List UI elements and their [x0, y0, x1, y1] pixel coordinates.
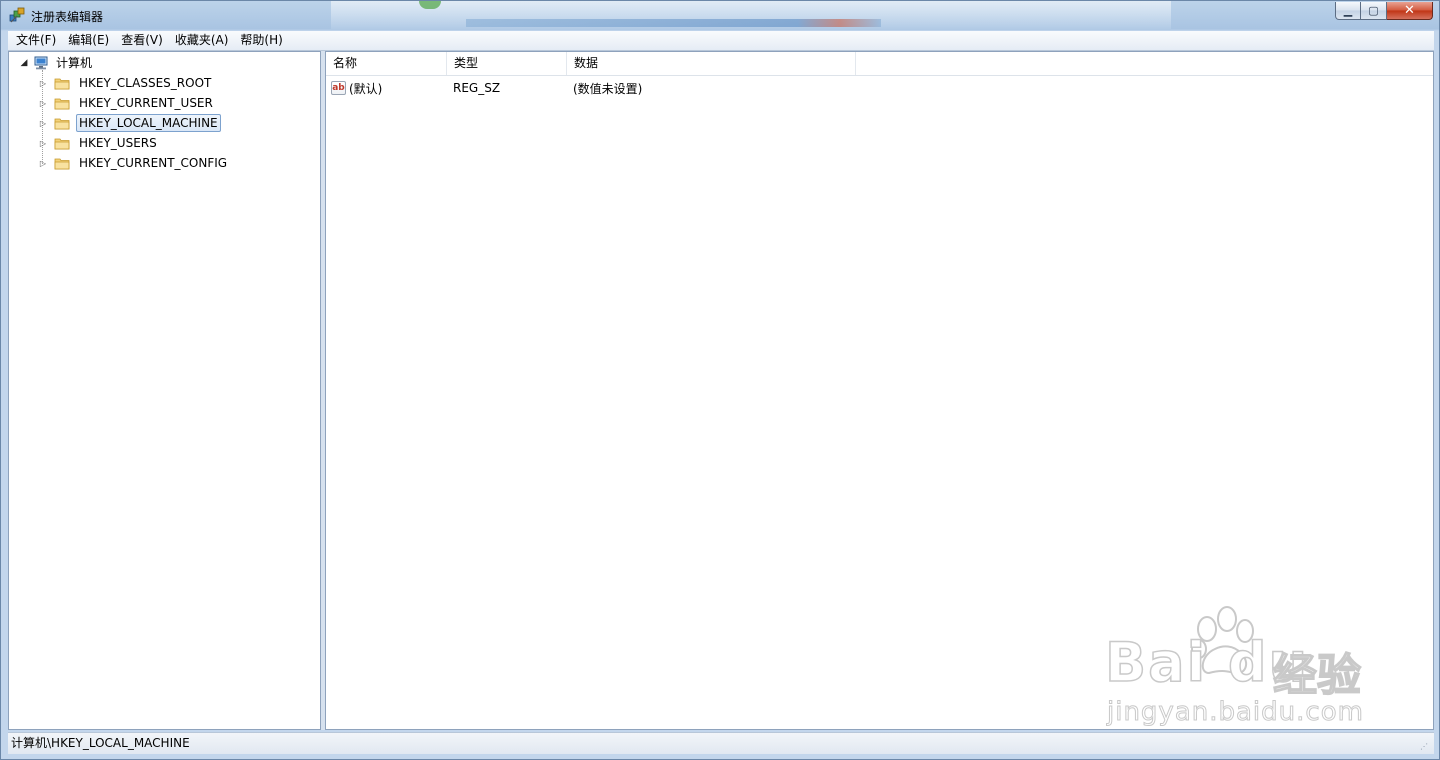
expand-triangle-icon[interactable]: ▷ — [38, 78, 48, 88]
tree-label-key: HKEY_USERS — [79, 136, 157, 150]
column-header-type[interactable]: 类型 — [447, 52, 567, 75]
expand-triangle-icon[interactable]: ▷ — [38, 158, 48, 168]
expand-triangle-icon[interactable]: ▷ — [38, 118, 48, 128]
menu-view[interactable]: 查看(V) — [115, 31, 169, 50]
values-list-pane[interactable]: 名称 类型 数据 ab (默认) REG_SZ (数值未设置) — [325, 51, 1434, 730]
value-type: REG_SZ — [453, 81, 501, 95]
column-header-name[interactable]: 名称 — [326, 52, 447, 75]
list-item[interactable]: ab (默认) REG_SZ (数值未设置) — [326, 78, 1433, 98]
column-header: 名称 类型 数据 — [326, 52, 1433, 76]
background-blur-bar — [466, 19, 881, 27]
title-bar[interactable]: 注册表编辑器 ▁ ▢ ✕ — [1, 1, 1439, 29]
close-button[interactable]: ✕ — [1387, 2, 1433, 20]
menu-edit[interactable]: 编辑(E) — [62, 31, 115, 50]
tree-item-hkey-users[interactable]: ▷ HKEY_USERS — [38, 134, 160, 152]
column-header-data[interactable]: 数据 — [567, 52, 856, 75]
registry-editor-window: 注册表编辑器 ▁ ▢ ✕ 文件(F) 编辑(E) 查看(V) 收藏夹(A) 帮助… — [0, 0, 1440, 760]
computer-icon — [34, 56, 48, 70]
close-icon: ✕ — [1404, 3, 1415, 18]
tree-label-computer: 计算机 — [56, 56, 93, 70]
cell-name: ab (默认) — [326, 80, 447, 97]
ab-string-value-icon: ab — [331, 81, 346, 95]
value-data: (数值未设置) — [573, 81, 643, 96]
menu-favorites[interactable]: 收藏夹(A) — [169, 31, 235, 50]
value-name: (默认) — [349, 81, 383, 96]
resize-grip-icon[interactable]: ⋰ — [1420, 742, 1430, 752]
tree-item-computer[interactable]: ◢ 计算机 — [19, 54, 95, 72]
tree-label-key-selected: HKEY_LOCAL_MACHINE — [76, 114, 221, 132]
minimize-button[interactable]: ▁ — [1335, 2, 1361, 20]
tree-label-key: HKEY_CURRENT_USER — [79, 96, 213, 110]
expand-triangle-icon[interactable]: ▷ — [38, 98, 48, 108]
folder-icon — [54, 78, 70, 90]
folder-icon — [54, 118, 70, 130]
tree-item-hkey-local-machine[interactable]: ▷ HKEY_LOCAL_MACHINE — [38, 114, 221, 132]
menu-bar: 文件(F) 编辑(E) 查看(V) 收藏夹(A) 帮助(H) — [8, 31, 1434, 51]
menu-help[interactable]: 帮助(H) — [234, 31, 288, 50]
tree-item-hkey-current-config[interactable]: ▷ HKEY_CURRENT_CONFIG — [38, 154, 230, 172]
maximize-button[interactable]: ▢ — [1361, 2, 1387, 20]
tree-item-hkey-classes-root[interactable]: ▷ HKEY_CLASSES_ROOT — [38, 74, 214, 92]
expand-triangle-icon[interactable]: ▷ — [38, 138, 48, 148]
tree-label-key: HKEY_CLASSES_ROOT — [79, 76, 212, 90]
status-path: 计算机\HKEY_LOCAL_MACHINE — [11, 736, 190, 750]
regedit-app-icon — [9, 7, 25, 23]
maximize-icon: ▢ — [1368, 4, 1379, 17]
status-bar: 计算机\HKEY_LOCAL_MACHINE ⋰ — [8, 732, 1434, 754]
registry-tree-pane[interactable]: ◢ 计算机 ▷ HKEY_CLASSES_ROOT ▷ HKEY_CURRENT… — [8, 51, 321, 730]
folder-icon — [54, 138, 70, 150]
collapse-triangle-icon[interactable]: ◢ — [19, 58, 29, 68]
folder-icon — [54, 158, 70, 170]
menu-file[interactable]: 文件(F) — [8, 31, 62, 50]
folder-icon — [54, 98, 70, 110]
window-controls: ▁ ▢ ✕ — [1335, 2, 1433, 20]
minimize-icon: ▁ — [1343, 4, 1353, 17]
tree-label-key: HKEY_CURRENT_CONFIG — [79, 156, 228, 170]
window-title: 注册表编辑器 — [31, 10, 104, 24]
tree-item-hkey-current-user[interactable]: ▷ HKEY_CURRENT_USER — [38, 94, 216, 112]
